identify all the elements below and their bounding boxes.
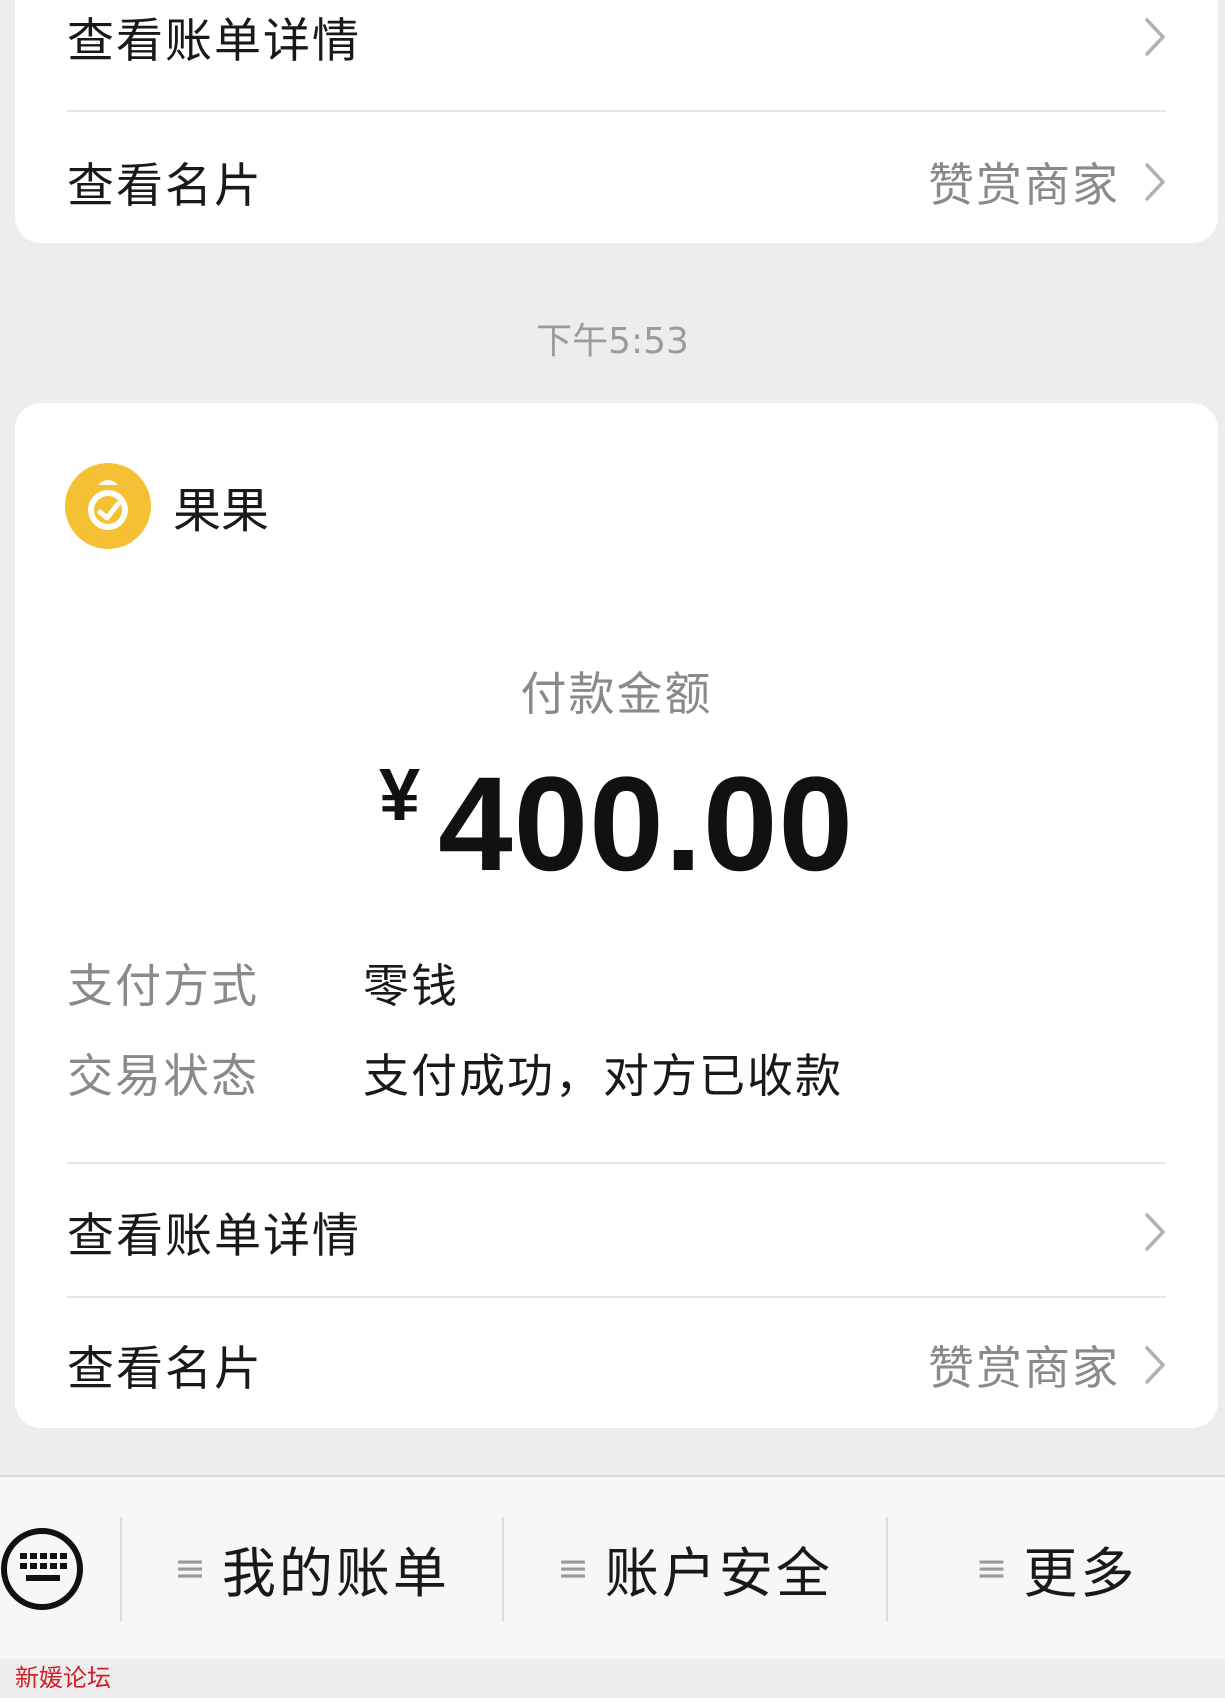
payment-method-value: 零钱 <box>363 959 459 1013</box>
view-bill-detail-label: 查看账单详情 <box>67 1209 361 1264</box>
view-card-row[interactable]: 查看名片 赞赏商家 <box>67 1298 1166 1431</box>
menu-lines-icon: ≡ <box>174 1546 206 1590</box>
bottom-menu-bar: ≡ 我的账单 ≡ 账户安全 ≡ 更多 <box>0 1475 1225 1659</box>
chevron-right-icon <box>1145 162 1165 201</box>
menu-lines-icon: ≡ <box>975 1546 1008 1590</box>
currency-symbol: ¥ <box>378 753 421 836</box>
payment-receipt-card: 果果 付款金额 ¥400.00 支付方式 零钱 交易状态 支付成功，对方已收款 … <box>15 403 1218 1428</box>
payment-method-line: 支付方式 零钱 <box>67 950 459 1016</box>
keyboard-icon[interactable] <box>0 1525 90 1613</box>
view-bill-detail-row[interactable]: 查看账单详情 <box>67 0 1166 103</box>
menu-my-bills[interactable]: ≡ 我的账单 <box>122 1477 502 1659</box>
payment-method-key: 支付方式 <box>67 959 259 1013</box>
view-bill-detail-row[interactable]: 查看账单详情 <box>67 1165 1166 1298</box>
merchant-avatar-icon <box>65 463 151 549</box>
message-timestamp: 下午5:53 <box>536 321 689 362</box>
transaction-status-key: 交易状态 <box>67 1049 259 1103</box>
divider <box>67 1162 1166 1164</box>
chevron-right-icon <box>1145 17 1165 56</box>
reward-merchant-label: 赞赏商家 <box>928 1340 1120 1395</box>
view-bill-detail-label: 查看账单详情 <box>67 14 361 69</box>
menu-my-bills-label: 我的账单 <box>221 1541 450 1605</box>
menu-lines-icon: ≡ <box>557 1546 589 1590</box>
view-card-row[interactable]: 查看名片 赞赏商家 <box>67 115 1166 248</box>
menu-account-security-label: 账户安全 <box>604 1541 833 1605</box>
merchant-name: 果果 <box>173 483 270 539</box>
previous-payment-card: 查看账单详情 查看名片 赞赏商家 <box>15 0 1218 243</box>
view-card-label: 查看名片 <box>67 1342 263 1397</box>
merchant-header: 果果 <box>65 463 269 549</box>
transaction-status-value: 支付成功，对方已收款 <box>363 1049 843 1103</box>
amount-label: 付款金额 <box>520 667 713 721</box>
watermark: 新媛论坛 <box>15 1664 111 1692</box>
transaction-status-line: 交易状态 支付成功，对方已收款 <box>67 1040 843 1106</box>
amount-value: 400.00 <box>438 750 854 899</box>
chevron-right-icon <box>1145 1212 1165 1251</box>
menu-account-security[interactable]: ≡ 账户安全 <box>504 1477 886 1659</box>
chevron-right-icon <box>1145 1345 1165 1384</box>
reward-merchant-label: 赞赏商家 <box>928 157 1120 212</box>
payment-amount: ¥400.00 <box>15 748 1218 901</box>
divider <box>67 110 1166 112</box>
view-card-label: 查看名片 <box>67 159 263 214</box>
menu-more-label: 更多 <box>1023 1541 1138 1605</box>
menu-more[interactable]: ≡ 更多 <box>888 1477 1225 1659</box>
